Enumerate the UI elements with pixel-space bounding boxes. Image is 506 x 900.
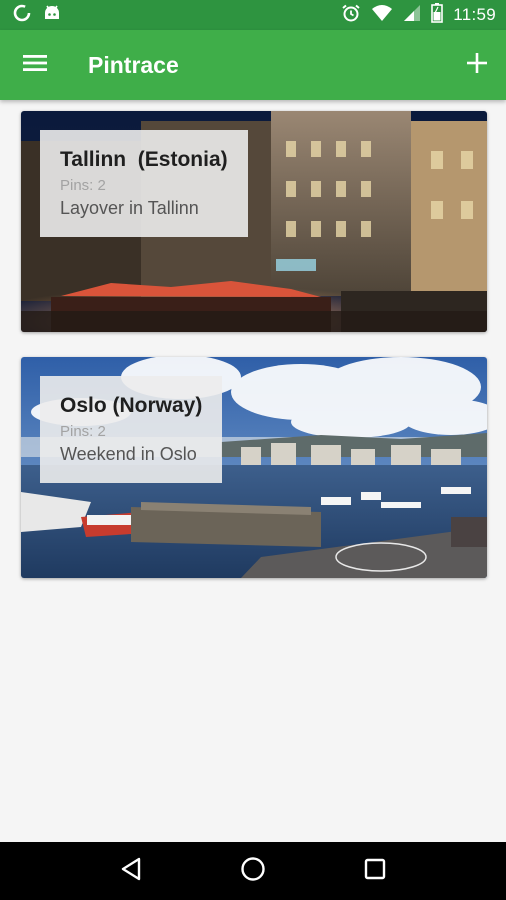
home-button[interactable] — [223, 842, 283, 900]
alarm-icon — [341, 3, 361, 28]
app-bar: Pintrace — [0, 30, 506, 100]
wifi-icon — [371, 4, 393, 27]
app-title: Pintrace — [88, 51, 179, 78]
battery-icon — [431, 2, 444, 28]
add-icon — [467, 52, 487, 78]
android-icon — [42, 3, 62, 28]
sync-icon — [12, 3, 32, 28]
trip-description: Weekend in Oslo — [60, 444, 197, 464]
status-left-icons — [12, 3, 62, 28]
menu-button[interactable] — [0, 30, 70, 100]
trip-card-tallinn[interactable]: Tallinn (Estonia) Pins: 2 Layover in Tal… — [21, 111, 487, 332]
status-time: 11:59 — [453, 5, 496, 24]
back-icon — [120, 857, 142, 886]
trip-title: Tallinn (Estonia) — [60, 148, 228, 171]
status-right-icons: 11:59 — [341, 2, 496, 28]
system-nav-bar — [0, 842, 506, 900]
trip-card-oslo[interactable]: Oslo (Norway) Pins: 2 Weekend in Oslo — [21, 357, 487, 578]
trip-info-panel: Tallinn (Estonia) Pins: 2 Layover in Tal… — [40, 130, 248, 237]
trip-info-panel: Oslo (Norway) Pins: 2 Weekend in Oslo — [40, 376, 223, 483]
home-icon — [240, 856, 266, 887]
trip-title: Oslo (Norway) — [60, 394, 203, 417]
trip-list: Tallinn (Estonia) Pins: 2 Layover in Tal… — [0, 100, 506, 842]
recents-button[interactable] — [345, 842, 405, 900]
recents-icon — [364, 858, 386, 885]
trip-pin-count: Pins: 2 — [60, 177, 106, 194]
trip-description: Layover in Tallinn — [60, 198, 199, 218]
signal-icon — [403, 4, 421, 27]
back-button[interactable] — [101, 842, 161, 900]
status-bar: 11:59 — [0, 0, 506, 30]
trip-pin-count: Pins: 2 — [60, 423, 106, 440]
add-trip-button[interactable] — [448, 30, 506, 100]
menu-icon — [23, 53, 47, 78]
